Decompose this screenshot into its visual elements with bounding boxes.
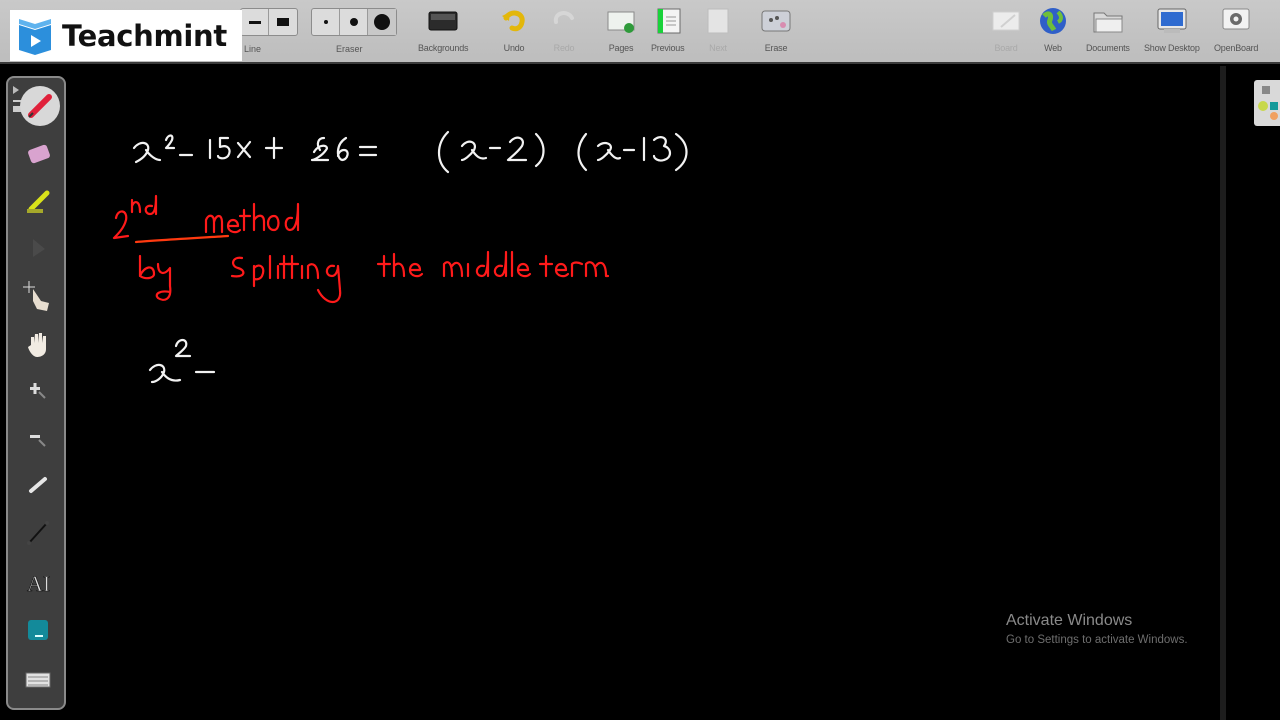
next-icon xyxy=(702,6,734,36)
monitor-icon xyxy=(1156,6,1188,36)
pen-tool[interactable] xyxy=(20,86,60,126)
eraser-large-button[interactable] xyxy=(368,9,396,35)
eraser-medium-button[interactable] xyxy=(340,9,368,35)
previous-label: Previous xyxy=(651,43,685,53)
pointer-hand-icon xyxy=(23,281,49,311)
laser-pointer-icon xyxy=(29,477,47,493)
pages-label: Pages xyxy=(608,43,634,53)
backgrounds-icon xyxy=(427,6,459,36)
globe-icon xyxy=(1037,6,1069,36)
activate-windows-subtitle: Go to Settings to activate Windows. xyxy=(1006,634,1188,646)
zoom-in-tool[interactable] xyxy=(16,370,60,410)
text-tool[interactable]: AI xyxy=(16,562,60,602)
pages-button[interactable]: Pages xyxy=(605,6,637,53)
activate-windows-title: Activate Windows xyxy=(1006,612,1133,629)
next-button[interactable]: Next xyxy=(702,6,734,53)
next-label: Next xyxy=(709,43,727,53)
interact-tool[interactable] xyxy=(16,276,60,316)
capture-icon xyxy=(28,620,48,640)
equation-line-4 xyxy=(148,338,216,384)
selector-tool[interactable] xyxy=(16,228,60,268)
pages-icon xyxy=(605,6,637,36)
redo-button[interactable]: Redo xyxy=(548,6,580,53)
web-button[interactable]: Web xyxy=(1037,6,1069,53)
board-scrollbar[interactable] xyxy=(1220,66,1226,720)
redo-label: Redo xyxy=(553,43,575,53)
teachmint-logo-icon xyxy=(19,18,51,55)
line-tool[interactable] xyxy=(16,512,60,552)
tool-palette: AI xyxy=(6,76,66,710)
activate-windows-watermark: Activate Windows Go to Settings to activ… xyxy=(1006,612,1188,646)
highlighter-tool[interactable] xyxy=(16,182,60,222)
hand-tool[interactable] xyxy=(16,324,60,364)
backgrounds-button[interactable]: Backgrounds xyxy=(418,6,469,53)
show-desktop-button[interactable]: Show Desktop xyxy=(1144,6,1200,53)
keyboard-tool[interactable] xyxy=(16,660,60,700)
eraser-tool[interactable] xyxy=(16,134,60,174)
eraser-label: Eraser xyxy=(336,44,363,54)
line-thick-button[interactable] xyxy=(269,9,297,35)
line-medium-button[interactable] xyxy=(241,9,269,35)
openboard-label: OpenBoard xyxy=(1214,43,1259,53)
library-panel-toggle[interactable] xyxy=(1254,80,1280,126)
gear-icon xyxy=(1220,6,1252,36)
erase-label: Erase xyxy=(764,43,788,53)
logo-text: Teachmint xyxy=(62,18,227,53)
undo-label: Undo xyxy=(503,43,525,53)
line-width-selector xyxy=(240,8,298,36)
equation-line-1 xyxy=(132,130,688,174)
redo-icon xyxy=(548,6,580,36)
board-icon xyxy=(990,6,1022,36)
highlighter-icon xyxy=(27,190,50,213)
keyboard-icon xyxy=(25,672,51,688)
folder-icon xyxy=(1092,6,1124,36)
library-icon xyxy=(1258,86,1278,120)
backgrounds-label: Backgrounds xyxy=(418,43,469,53)
documents-button[interactable]: Documents xyxy=(1086,6,1130,53)
laser-pointer-tool[interactable] xyxy=(16,464,60,504)
web-label: Web xyxy=(1044,43,1062,53)
heading-splitting-middle-term xyxy=(138,250,610,304)
teachmint-logo: Teachmint xyxy=(10,10,242,61)
line-label: Line xyxy=(244,44,262,54)
undo-icon xyxy=(498,6,530,36)
zoom-in-icon xyxy=(30,383,46,399)
svg-text:AI: AI xyxy=(27,571,50,596)
eraser-size-selector xyxy=(311,8,397,36)
openboard-window: Line Eraser Backgrounds Undo Redo Pages … xyxy=(0,0,1280,720)
capture-tool[interactable] xyxy=(16,610,60,650)
erase-button[interactable]: Erase xyxy=(760,6,792,53)
board-button[interactable]: Board xyxy=(990,6,1022,53)
line-icon xyxy=(27,521,49,545)
heading-2nd-method xyxy=(112,194,300,244)
zoom-out-tool[interactable] xyxy=(16,418,60,458)
documents-label: Documents xyxy=(1086,43,1130,53)
hand-icon xyxy=(28,333,46,357)
eraser-small-button[interactable] xyxy=(312,9,340,35)
zoom-out-icon xyxy=(30,435,46,447)
selector-icon xyxy=(33,239,45,257)
eraser-icon xyxy=(28,144,50,164)
pen-icon xyxy=(28,94,52,118)
previous-button[interactable]: Previous xyxy=(651,6,685,53)
erase-icon xyxy=(760,6,792,36)
undo-button[interactable]: Undo xyxy=(498,6,530,53)
text-icon: AI xyxy=(27,571,51,597)
show-desktop-label: Show Desktop xyxy=(1144,43,1200,53)
previous-icon xyxy=(652,6,684,36)
board-label: Board xyxy=(994,43,1018,53)
openboard-menu-button[interactable]: OpenBoard xyxy=(1214,6,1258,53)
